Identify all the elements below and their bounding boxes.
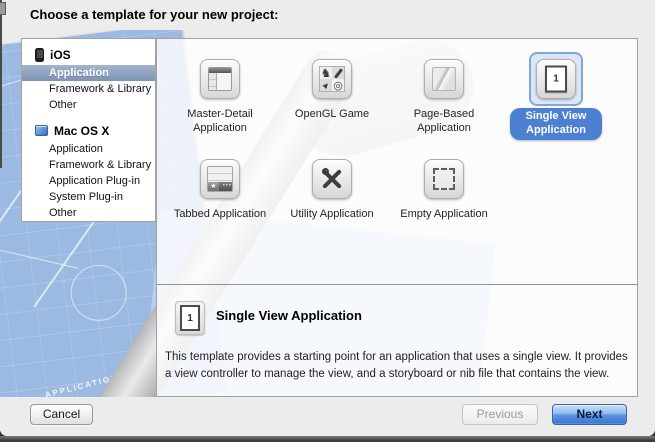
template-empty-application[interactable]: Empty Application	[388, 152, 500, 222]
opengl-game-icon: ♞ ▲ ◎	[312, 59, 352, 99]
template-grid-row-2: ★ ••• Tabbed Application Utility Applica…	[157, 140, 637, 222]
cancel-button[interactable]: Cancel	[30, 404, 93, 425]
window-left-edge	[0, 0, 2, 168]
bat-glyph	[333, 67, 343, 79]
template-detail-pane: 1 Single View Application This template …	[157, 285, 637, 396]
target-glyph: ◎	[333, 79, 343, 92]
template-master-detail-application[interactable]: Master-Detail Application	[164, 52, 276, 140]
sidebar-item-ios-application[interactable]: Application	[22, 65, 155, 81]
sidebar-section-label: iOS	[50, 47, 71, 62]
template-label: Master-Detail Application	[187, 108, 253, 134]
single-view-icon-small: 1	[175, 301, 205, 335]
template-tabbed-application[interactable]: ★ ••• Tabbed Application	[164, 152, 276, 222]
sidebar-item-mac-application[interactable]: Application	[22, 141, 155, 157]
sidebar-item-ios-other[interactable]: Other	[22, 97, 155, 113]
sidebar-item-mac-application-plugin[interactable]: Application Plug-in	[22, 173, 155, 189]
wrench-ring	[322, 167, 329, 175]
window-corner-notch	[0, 2, 6, 15]
empty-icon	[424, 158, 464, 199]
template-label: Tabbed Application	[173, 207, 267, 220]
new-project-sheet: Choose a template for your new project: …	[0, 0, 655, 436]
sidebar-item-mac-other[interactable]: Other	[22, 205, 155, 221]
rocket-glyph: ▲	[320, 79, 332, 91]
template-opengl-game[interactable]: ♞ ▲ ◎ OpenGL Game	[276, 52, 388, 140]
blueprint-sketch-line	[0, 240, 79, 269]
template-label: Utility Application	[290, 207, 374, 220]
template-label: OpenGL Game	[294, 108, 370, 120]
template-single-view-application[interactable]: 1 Single View Application	[500, 52, 612, 140]
sidebar-item-mac-system-plugin[interactable]: System Plug-in	[22, 189, 155, 205]
dots-glyph: •••	[222, 183, 232, 189]
detail-title: Single View Application	[216, 308, 362, 323]
page-based-icon	[424, 59, 464, 99]
mac-icon	[35, 125, 48, 136]
sidebar-item-mac-framework-library[interactable]: Framework & Library	[22, 157, 155, 173]
sidebar-section-ios: iOS	[22, 44, 155, 65]
template-label: Page-Based Application	[413, 108, 475, 134]
star-glyph: ★	[208, 181, 219, 191]
previous-button[interactable]: Previous	[462, 404, 538, 425]
sidebar-section-macosx: Mac OS X	[22, 120, 155, 141]
template-grid-row-1: Master-Detail Application ♞ ▲ ◎ OpenGL G…	[157, 39, 637, 140]
button-bar: Cancel Previous Next	[0, 397, 655, 436]
template-utility-application[interactable]: Utility Application	[276, 152, 388, 222]
template-panel: Master-Detail Application ♞ ▲ ◎ OpenGL G…	[156, 38, 638, 397]
sidebar-item-ios-framework-library[interactable]: Framework & Library	[22, 81, 155, 97]
dialog-title: Choose a template for your new project:	[30, 7, 279, 22]
template-category-sidebar: iOS Application Framework & Library Othe…	[21, 38, 156, 222]
content-area: APPLICATION Master-Detail Application ♞ …	[0, 30, 655, 397]
knight-glyph: ♞	[320, 67, 332, 79]
screen: Choose a template for your new project: …	[0, 0, 655, 442]
tabbed-icon: ★ •••	[200, 158, 240, 199]
blueprint-sketch-circle	[67, 261, 130, 325]
single-view-icon: 1	[536, 59, 576, 99]
detail-description: This template provides a starting point …	[165, 351, 628, 381]
template-label: Empty Application	[400, 207, 488, 220]
master-detail-icon	[200, 59, 240, 99]
template-page-based-application[interactable]: Page-Based Application	[388, 52, 500, 140]
sidebar-section-label: Mac OS X	[54, 123, 110, 138]
next-button[interactable]: Next	[552, 404, 627, 425]
window-bottom-edge	[0, 436, 655, 442]
utility-icon	[312, 158, 352, 199]
iphone-icon	[35, 47, 44, 62]
template-label-selected: Single View Application	[510, 108, 602, 140]
